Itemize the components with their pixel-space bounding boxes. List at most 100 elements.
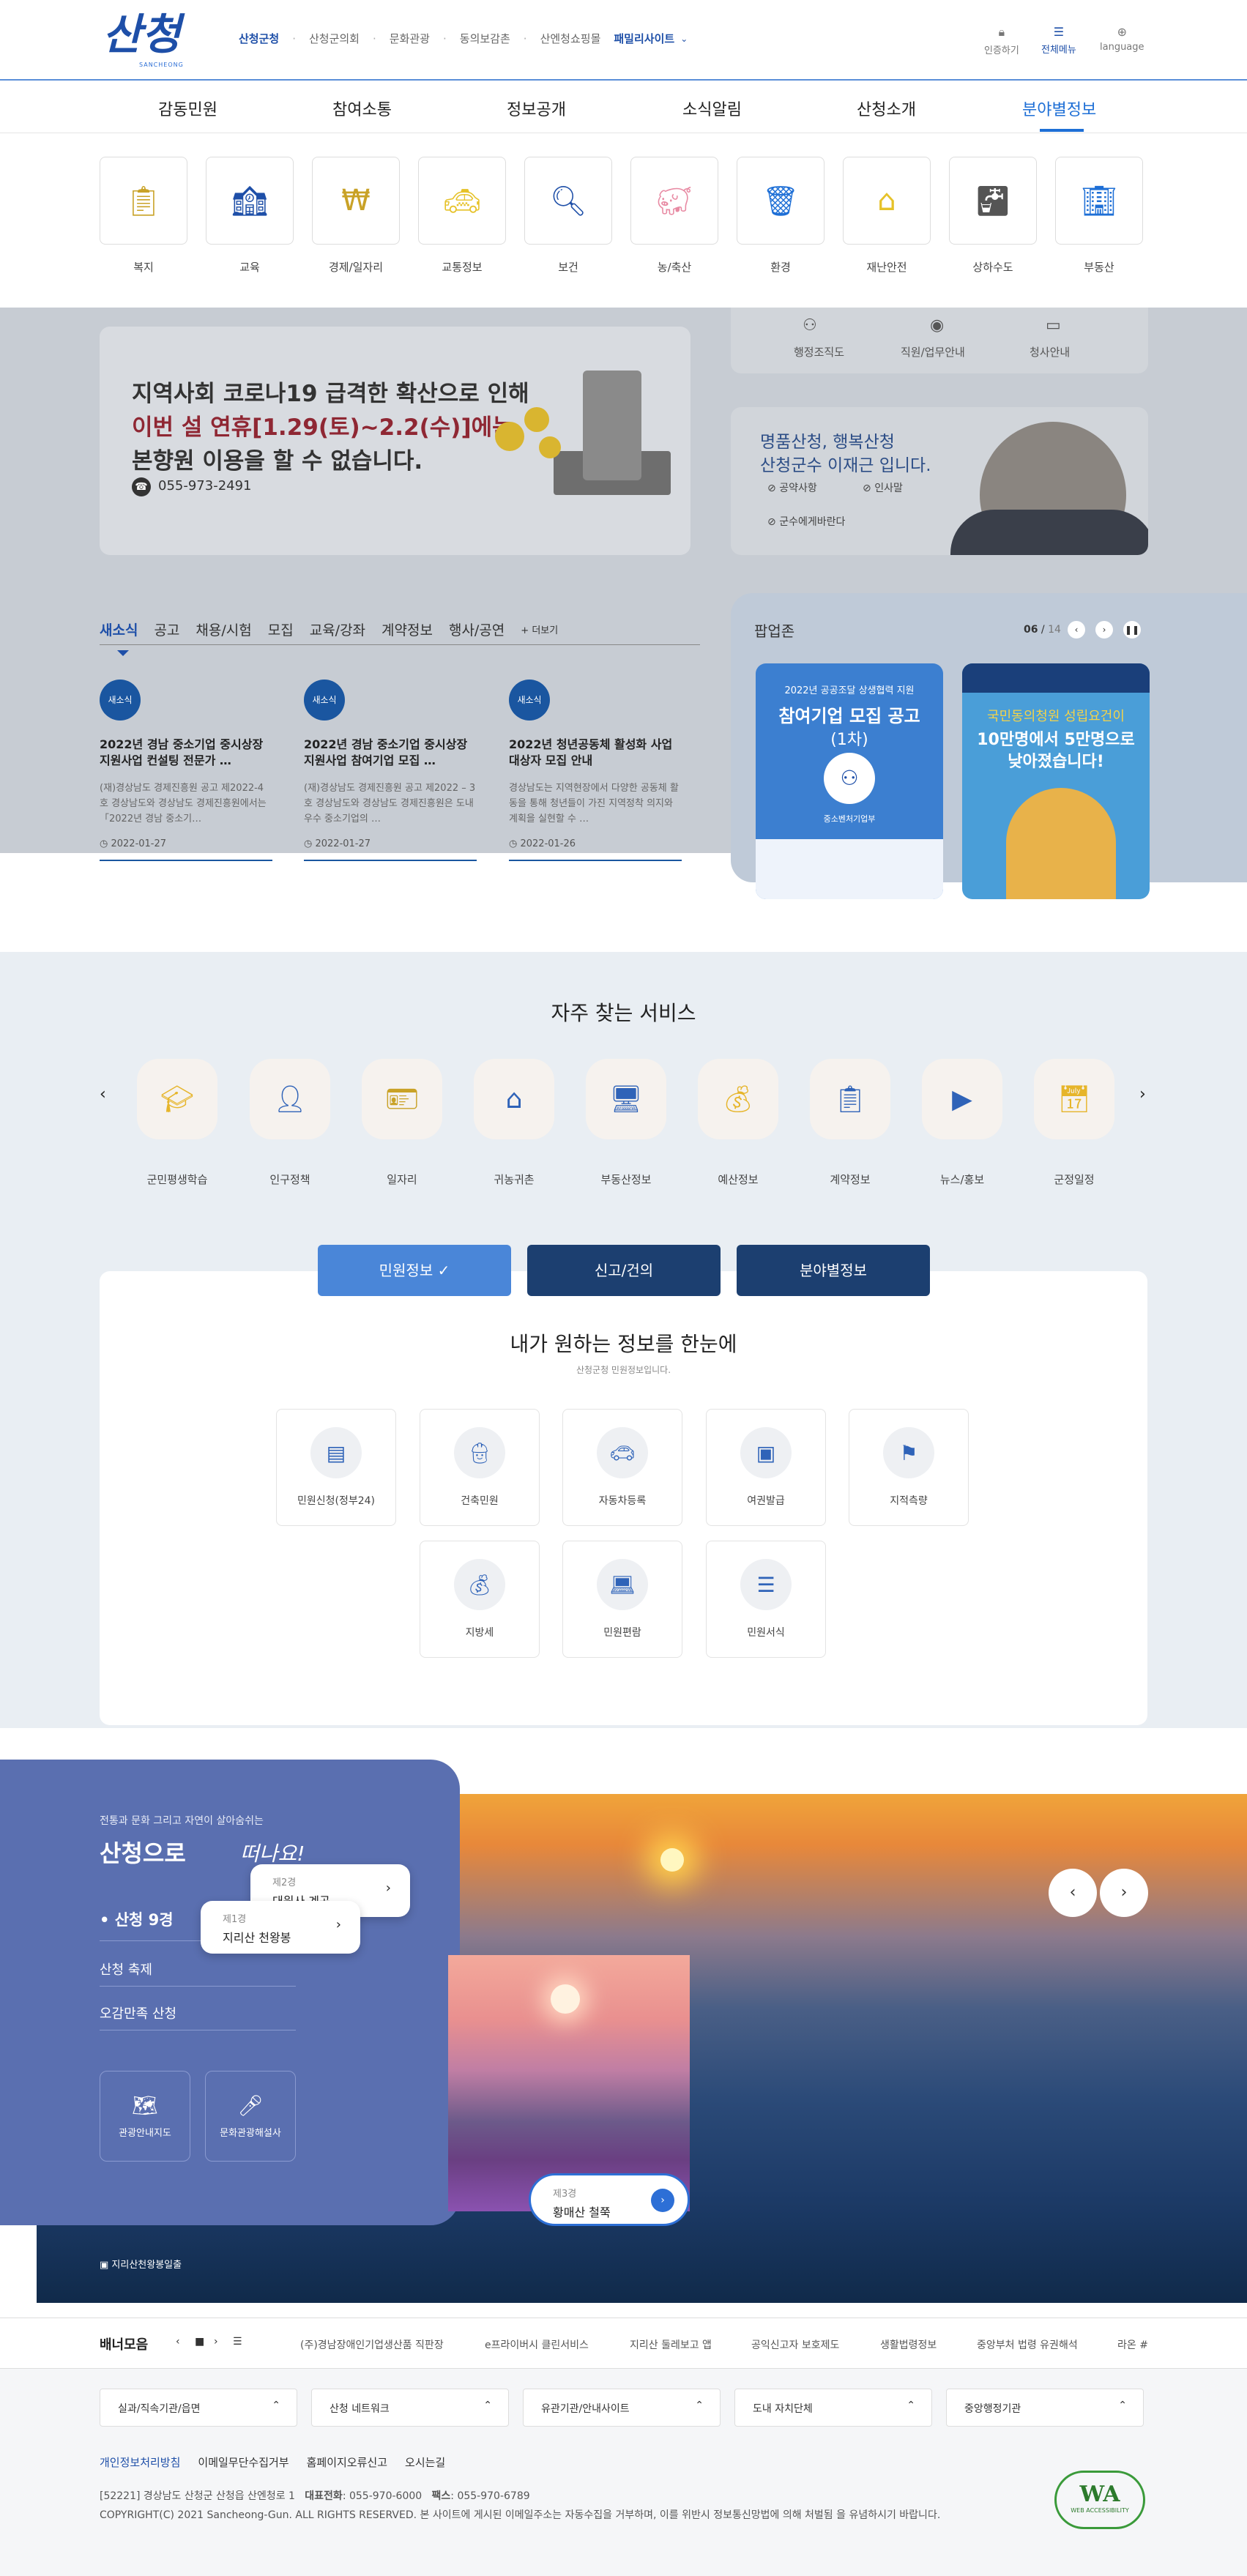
sector-environment[interactable]: 🗑︎ 환경 xyxy=(737,157,824,275)
tab-sector-info[interactable]: 분야별정보 xyxy=(737,1245,930,1296)
banner-link[interactable]: 공익신고자 보호제도 xyxy=(751,2337,839,2352)
tour-next-button[interactable]: › xyxy=(1100,1869,1148,1917)
quick-link-office[interactable]: 청사안내 xyxy=(1030,344,1070,360)
sector-economy[interactable]: ₩ 경제/일자리 xyxy=(312,157,400,275)
gnb-item[interactable]: 정보공개 xyxy=(507,97,566,120)
sector-realestate[interactable]: 🏢︎ 부동산 xyxy=(1055,157,1143,275)
view-bubble-3[interactable]: 제3경 황매산 철쭉 › xyxy=(529,2173,690,2226)
tab-education[interactable]: 교육/강좌 xyxy=(310,619,365,639)
banner-prev-icon[interactable]: ‹ xyxy=(176,2336,180,2348)
sector-safety[interactable]: ⌂ 재난안전 xyxy=(843,157,931,275)
service-item[interactable]: 💰︎ 예산정보 xyxy=(683,1059,793,1187)
civil-item[interactable]: ⚑ 지적측량 xyxy=(849,1409,969,1526)
error-report-link[interactable]: 홈페이지오류신고 xyxy=(307,2454,387,2470)
tab-contract[interactable]: 계약정보 xyxy=(381,619,433,639)
banner-stop-icon[interactable]: ■ xyxy=(195,2336,204,2348)
family-site-select[interactable]: 패밀리사이트 xyxy=(614,31,674,46)
prev-arrow-icon[interactable]: ‹ xyxy=(100,1085,106,1103)
footer-select-central[interactable]: 중앙행정기관 ⌃ xyxy=(946,2389,1144,2427)
service-item[interactable]: ▶ 뉴스/홍보 xyxy=(907,1059,1017,1187)
footer-select-network[interactable]: 산청 네트워크 ⌃ xyxy=(311,2389,509,2427)
civil-item[interactable]: ☰ 민원서식 xyxy=(706,1541,826,1658)
civil-item[interactable]: ▤ 민원신청(정부24) xyxy=(276,1409,396,1526)
next-arrow-icon[interactable]: › xyxy=(1139,1085,1146,1103)
tab-event[interactable]: 행사/공연 xyxy=(449,619,505,639)
service-item[interactable]: 📅︎ 군정일정 xyxy=(1019,1059,1129,1187)
tour-prev-button[interactable]: ‹ xyxy=(1049,1869,1097,1917)
mayor-chip-pledge[interactable]: ⊘ 공약사항 xyxy=(767,480,817,495)
all-menu-button[interactable]: ☰ 전체메뉴 xyxy=(1041,25,1076,56)
news-item[interactable]: 새소식 2022년 경남 중소기업 중시상장 지원사업 참여기업 모집 … (재… xyxy=(304,680,477,861)
news-item[interactable]: 새소식 2022년 청년공동체 활성화 사업 대상자 모집 안내 경상남도는 지… xyxy=(509,680,682,861)
tab-civil-info[interactable]: 민원정보 ✓ xyxy=(318,1245,511,1296)
civil-item[interactable]: 🚗︎ 자동차등록 xyxy=(562,1409,682,1526)
auth-button[interactable]: 🔒︎ 인증하기 xyxy=(984,25,1019,56)
service-item[interactable]: 👤︎ 인구정책 xyxy=(235,1059,345,1187)
banner-link[interactable]: 생활법령정보 xyxy=(880,2337,937,2352)
popup-pause-button[interactable]: ❚❚ xyxy=(1123,621,1141,639)
news-item[interactable]: 새소식 2022년 경남 중소기업 중시상장 지원사업 컨설팅 전문가 … (재… xyxy=(100,680,272,861)
footer-select-depts[interactable]: 실과/직속기관/읍면 ⌃ xyxy=(100,2389,297,2427)
tour-map-button[interactable]: 🗺︎ 관광안내지도 xyxy=(100,2071,190,2162)
banner-next-icon[interactable]: › xyxy=(214,2336,218,2348)
sector-water[interactable]: 🚰︎ 상하수도 xyxy=(949,157,1037,275)
service-item[interactable]: ⌂ 귀농귀촌 xyxy=(459,1059,569,1187)
directions-link[interactable]: 오시는길 xyxy=(405,2454,445,2470)
sector-traffic[interactable]: 🚕︎ 교통정보 xyxy=(418,157,506,275)
popup-next-button[interactable]: › xyxy=(1095,621,1113,639)
more-link[interactable]: + 더보기 xyxy=(521,622,558,639)
sector-health[interactable]: 🔍︎ 보건 xyxy=(524,157,612,275)
service-item[interactable]: 📋︎ 계약정보 xyxy=(795,1059,905,1187)
tab-notice[interactable]: 공고 xyxy=(154,619,179,639)
service-item[interactable]: 🎓︎ 군민평생학습 xyxy=(122,1059,232,1187)
banner-link[interactable]: (주)경남장애인기업생산품 직판장 xyxy=(300,2337,444,2352)
banner-link[interactable]: 지리산 둘레보고 앱 xyxy=(630,2337,712,2352)
topnav-item[interactable]: 산청군청 xyxy=(239,31,279,46)
topnav-item[interactable]: 산청군의회 xyxy=(309,31,360,46)
topnav-item[interactable]: 동의보감촌 xyxy=(460,31,510,46)
privacy-link[interactable]: 개인정보처리방침 xyxy=(100,2454,180,2470)
service-item[interactable]: 🪪︎ 일자리 xyxy=(347,1059,457,1187)
sector-education[interactable]: 🏫︎ 교육 xyxy=(206,157,294,275)
tab-news[interactable]: 새소식 xyxy=(100,619,138,639)
site-logo[interactable]: 산청 SANCHEONG xyxy=(103,9,205,68)
footer-select-related[interactable]: 유관기관/안내사이트 ⌃ xyxy=(523,2389,721,2427)
tab-recruit[interactable]: 채용/시험 xyxy=(196,619,251,639)
gnb-item[interactable]: 참여소통 xyxy=(332,97,392,120)
email-refuse-link[interactable]: 이메일무단수집거부 xyxy=(198,2454,289,2470)
popup-prev-button[interactable]: ‹ xyxy=(1068,621,1085,639)
tab-report[interactable]: 신고/건의 xyxy=(527,1245,721,1296)
topnav-item[interactable]: 문화관광 xyxy=(390,31,430,46)
tour-menu-9views[interactable]: • 산청 9경 xyxy=(100,1908,174,1930)
gnb-item[interactable]: 소식알림 xyxy=(682,97,742,120)
sector-welfare[interactable]: 📋︎ 복지 xyxy=(100,157,187,275)
civil-item[interactable]: 👷︎ 건축민원 xyxy=(420,1409,540,1526)
footer-select-local[interactable]: 도내 자치단체 ⌃ xyxy=(734,2389,932,2427)
tour-menu-festival[interactable]: 산청 축제 xyxy=(100,1959,152,1978)
view-bubble-1[interactable]: 제1경 지리산 천왕봉 › xyxy=(201,1901,360,1954)
gnb-item[interactable]: 산청소개 xyxy=(857,97,916,120)
tab-apply[interactable]: 모집 xyxy=(268,619,294,639)
popup-card-petition[interactable]: 국민동의청원 성립요건이 10만명에서 5만명으로 낮아졌습니다! xyxy=(962,663,1150,899)
mayor-chip-greeting[interactable]: ⊘ 인사말 xyxy=(863,480,903,495)
mayor-chip-request[interactable]: ⊘ 군수에게바란다 xyxy=(767,514,845,529)
civil-item[interactable]: 💻︎ 민원편람 xyxy=(562,1541,682,1658)
topnav-item[interactable]: 산엔청쇼핑몰 xyxy=(540,31,601,46)
tour-menu-five-senses[interactable]: 오감만족 산청 xyxy=(100,2003,176,2022)
civil-item[interactable]: 💰︎ 지방세 xyxy=(420,1541,540,1658)
gnb-item[interactable]: 감동민원 xyxy=(158,97,217,120)
covid-notice-banner[interactable]: 지역사회 코로나19 급격한 확산으로 인해 이번 설 연휴[1.29(토)~2… xyxy=(100,327,690,555)
gnb-item-active[interactable]: 분야별정보 xyxy=(1022,97,1096,120)
banner-list-icon[interactable]: ☰ xyxy=(233,2336,242,2348)
language-button[interactable]: ⊕ language xyxy=(1100,25,1144,53)
service-item[interactable]: 🖥︎ 부동산정보 xyxy=(571,1059,681,1187)
civil-item[interactable]: ▣ 여권발급 xyxy=(706,1409,826,1526)
tour-guide-button[interactable]: 🎤︎ 문화관광해설사 xyxy=(205,2071,296,2162)
quick-link-staff[interactable]: 직원/업무안내 xyxy=(901,344,965,360)
banner-link[interactable]: 중앙부처 법령 유권해석 xyxy=(977,2337,1078,2352)
sector-agriculture[interactable]: 🐖︎ 농/축산 xyxy=(630,157,718,275)
banner-link[interactable]: 라온 # xyxy=(1117,2337,1148,2352)
popup-card-procurement[interactable]: 2022년 공공조달 상생협력 지원 참여기업 모집 공고 (1차) ⚇ 중소벤… xyxy=(756,663,943,899)
quick-link-org[interactable]: 행정조직도 xyxy=(794,344,844,360)
banner-link[interactable]: e프라이버시 클린서비스 xyxy=(485,2337,589,2352)
